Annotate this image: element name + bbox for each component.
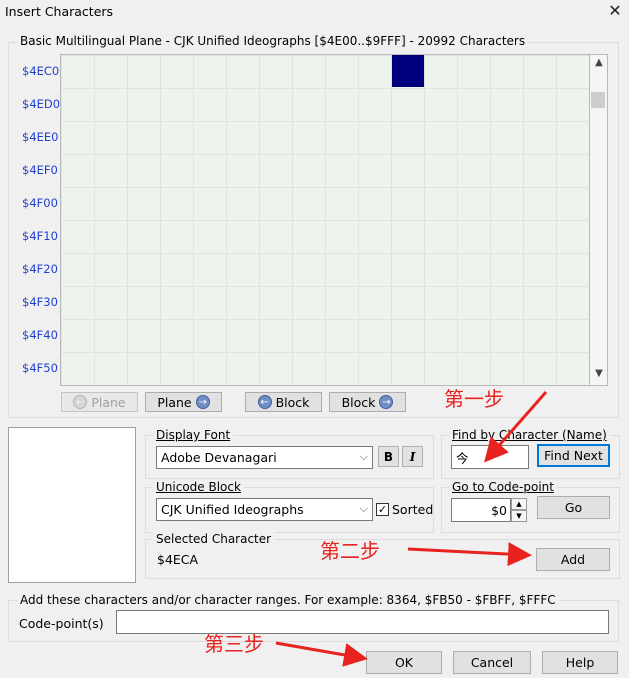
arrow-step-1 (484, 391, 548, 463)
arrow-step-3 (275, 641, 368, 667)
annotation-arrows (275, 391, 548, 667)
arrow-step-2 (407, 542, 532, 567)
